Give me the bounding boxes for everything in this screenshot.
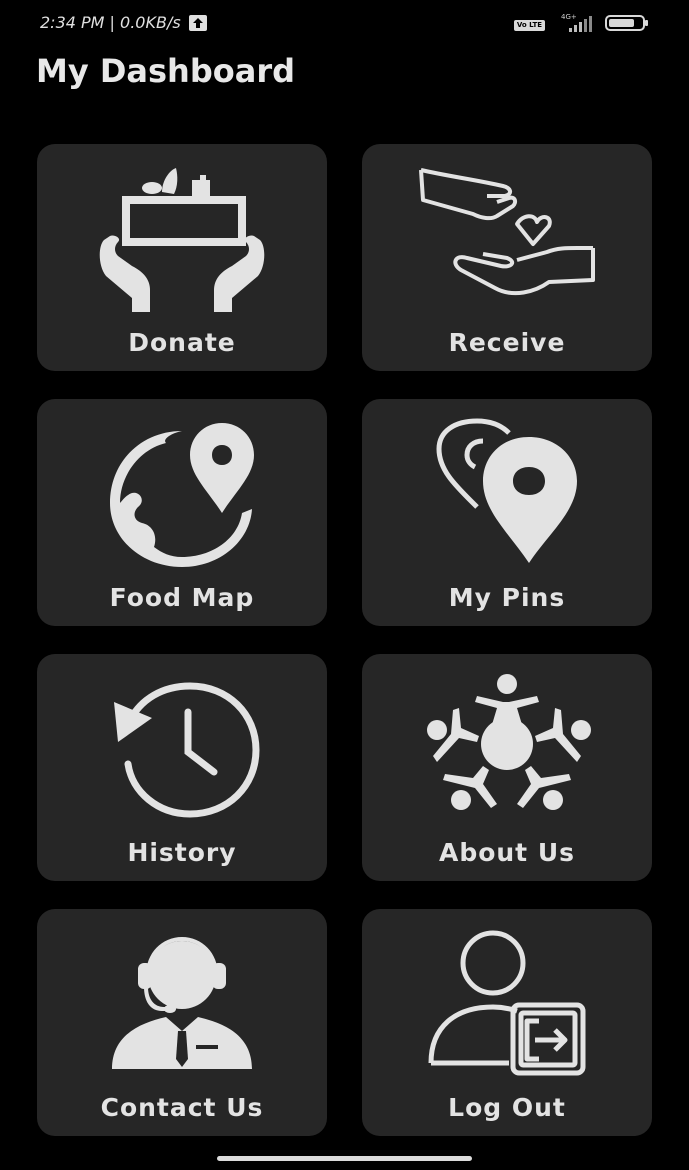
my-pins-label: My Pins xyxy=(448,583,566,612)
status-time-speed: 2:34 PM | 0.0KB/s xyxy=(40,13,181,32)
contact-us-tile[interactable]: Contact Us xyxy=(37,909,327,1136)
upload-icon xyxy=(188,14,207,31)
battery-icon xyxy=(605,14,649,36)
contact-us-label: Contact Us xyxy=(100,1093,264,1122)
donate-label: Donate xyxy=(128,328,236,357)
receive-hands-heart-icon xyxy=(419,168,595,296)
status-bar: 2:34 PM | 0.0KB/s Vo LTE 4G+ xyxy=(0,0,689,48)
log-out-label: Log Out xyxy=(448,1093,566,1122)
signal-icon: 4G+ xyxy=(555,12,595,38)
globe-pin-icon xyxy=(110,423,254,567)
history-label: History xyxy=(127,838,237,867)
community-people-icon xyxy=(427,674,591,810)
log-out-tile[interactable]: Log Out xyxy=(362,909,652,1136)
receive-tile[interactable]: Receive xyxy=(362,144,652,371)
network-type-label: 4G+ xyxy=(561,13,577,21)
about-us-label: About Us xyxy=(438,838,576,867)
volte-icon: Vo LTE xyxy=(513,19,545,31)
donate-tile[interactable]: Donate xyxy=(37,144,327,371)
user-logout-icon xyxy=(428,930,586,1076)
headset-agent-icon xyxy=(112,937,252,1069)
history-clock-icon xyxy=(114,682,260,818)
receive-label: Receive xyxy=(448,328,566,357)
food-map-tile[interactable]: Food Map xyxy=(37,399,327,626)
location-pin-icon xyxy=(436,418,577,563)
history-tile[interactable]: History xyxy=(37,654,327,881)
my-pins-tile[interactable]: My Pins xyxy=(362,399,652,626)
food-map-label: Food Map xyxy=(109,583,255,612)
about-us-tile[interactable]: About Us xyxy=(362,654,652,881)
home-indicator[interactable] xyxy=(217,1156,472,1161)
page-title: My Dashboard xyxy=(36,52,295,90)
donate-hands-box-icon xyxy=(99,168,265,312)
